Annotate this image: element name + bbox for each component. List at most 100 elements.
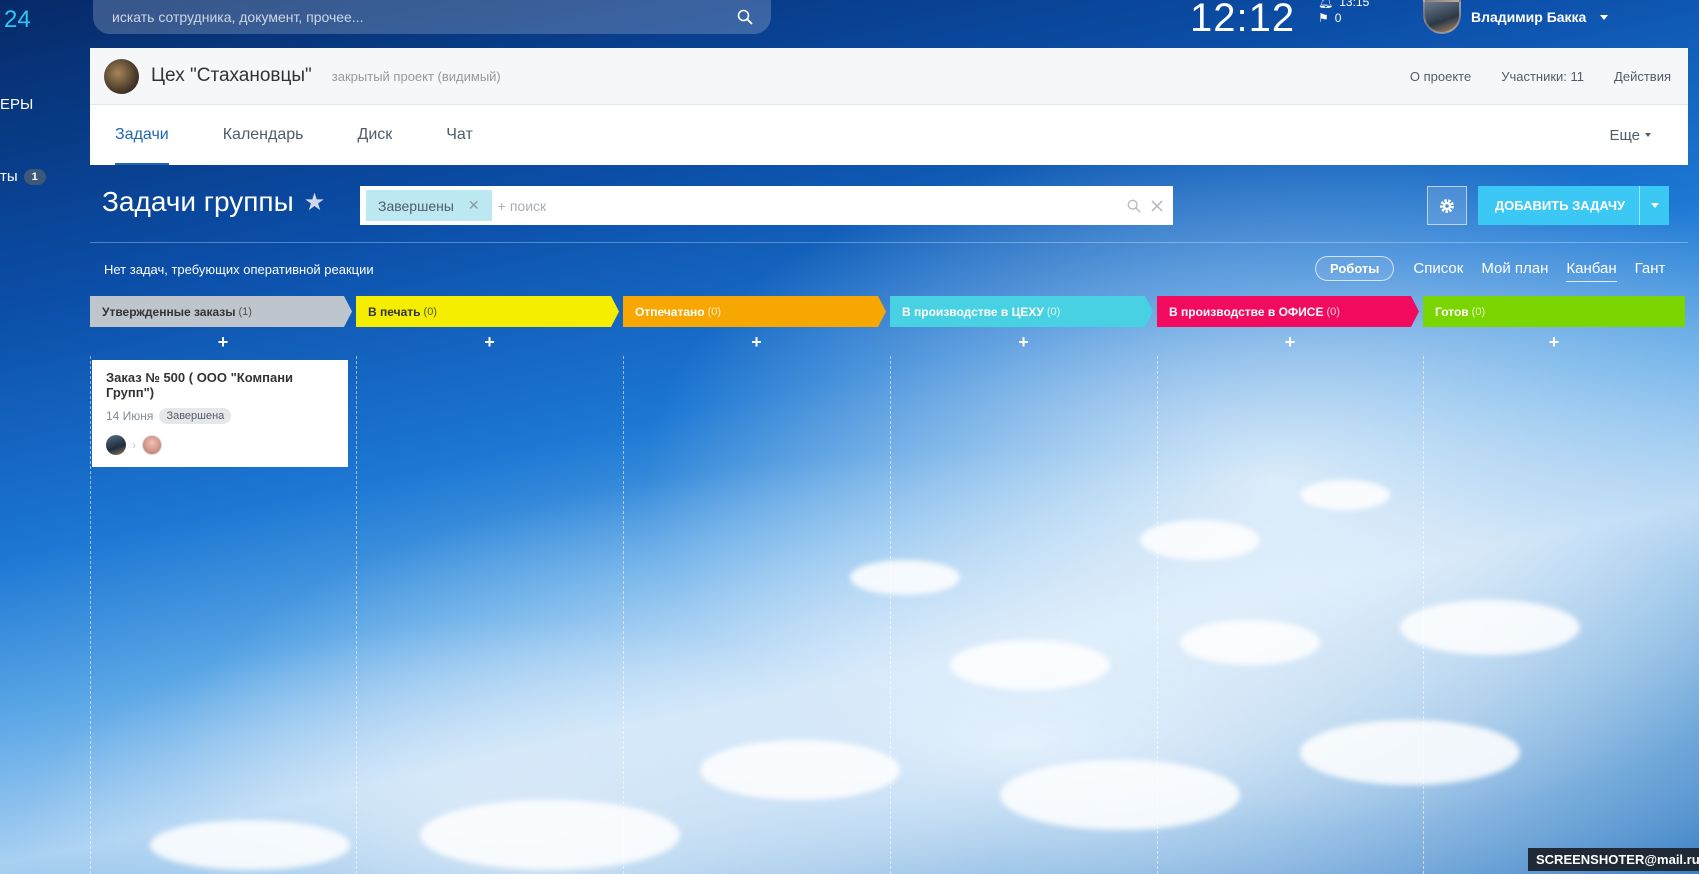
- kanban-column-header[interactable]: Отпечатано (0): [623, 296, 886, 327]
- view-list[interactable]: Список: [1413, 260, 1463, 277]
- bell-icon: 🔔︎: [1318, 0, 1334, 9]
- column-body: [890, 356, 1157, 874]
- task-card[interactable]: Заказ № 500 ( ООО "Компани Групп") 14 Ию…: [92, 360, 348, 467]
- actions-link[interactable]: Действия: [1614, 69, 1671, 84]
- kanban-board: Утвержденные заказы (1) + Заказ № 500 ( …: [90, 296, 1685, 874]
- robots-button[interactable]: Роботы: [1315, 256, 1395, 281]
- chevron-down-icon: [1600, 14, 1609, 20]
- more-menu[interactable]: Еще: [1609, 127, 1651, 144]
- project-header: Цех "Стахановцы" закрытый проект (видимы…: [90, 48, 1688, 165]
- column-count: (0): [1471, 305, 1486, 318]
- tab-calendar[interactable]: Календарь: [223, 105, 304, 165]
- add-filter-icon[interactable]: +: [498, 198, 506, 214]
- flag-icon: ⚑: [1318, 11, 1329, 25]
- kanban-column: Готов (0) +: [1423, 296, 1685, 874]
- add-task-dropdown[interactable]: [1639, 186, 1669, 225]
- about-project-link[interactable]: О проекте: [1410, 69, 1471, 84]
- kanban-column: Отпечатано (0) +: [623, 296, 890, 874]
- add-card-button[interactable]: +: [623, 332, 890, 356]
- filter-chip-label: Завершены: [378, 197, 454, 214]
- divider: [90, 242, 1688, 243]
- page-title-text: Задачи группы: [102, 186, 294, 217]
- kanban-column-header[interactable]: В производстве в ОФИСЕ (0): [1157, 296, 1419, 327]
- task-card-date: 14 Июня: [106, 409, 154, 423]
- task-filter: Завершены ✕ +: [360, 186, 1173, 225]
- left-menu-item-2-counter: 1: [23, 168, 46, 185]
- add-card-button[interactable]: +: [356, 332, 623, 356]
- add-task-label: ДОБАВИТЬ ЗАДАЧУ: [1494, 198, 1626, 213]
- add-card-button[interactable]: +: [890, 332, 1157, 356]
- column-body: [623, 356, 890, 874]
- kanban-column: В производстве в ОФИСЕ (0) +: [1157, 296, 1423, 874]
- watermark: SCREENSHOTER@mail.ru: [1528, 848, 1699, 871]
- column-title: В печать: [368, 304, 421, 319]
- global-search: [93, 0, 771, 34]
- responsible-avatar[interactable]: [142, 435, 162, 455]
- add-card-button[interactable]: +: [1423, 332, 1685, 356]
- kanban-column-header[interactable]: Готов (0): [1423, 296, 1685, 327]
- column-count: (0): [1326, 305, 1340, 318]
- kanban-column-header[interactable]: Утвержденные заказы (1): [90, 296, 352, 327]
- project-name[interactable]: Цех "Стахановцы": [151, 65, 312, 87]
- tab-chat[interactable]: Чат: [446, 105, 473, 165]
- filter-search-input[interactable]: [509, 197, 1127, 214]
- view-gantt[interactable]: Гант: [1635, 260, 1666, 277]
- column-body: [1157, 356, 1423, 874]
- flag-count: 0: [1334, 11, 1342, 25]
- left-menu-item-1[interactable]: ЕРЫ: [0, 96, 33, 113]
- user-avatar: [1423, 0, 1461, 34]
- alarm-time: 13:15: [1339, 0, 1370, 9]
- kanban-column: В производстве в ЦЕХУ (0) +: [890, 296, 1157, 874]
- creator-avatar[interactable]: [106, 435, 126, 455]
- kanban-column: Утвержденные заказы (1) + Заказ № 500 ( …: [90, 296, 356, 874]
- kanban-column-header[interactable]: В производстве в ЦЕХУ (0): [890, 296, 1153, 327]
- column-title: Готов: [1435, 304, 1469, 319]
- column-title: Отпечатано: [635, 304, 705, 319]
- column-title: В производстве в ЦЕХУ: [902, 304, 1044, 319]
- search-icon[interactable]: [737, 9, 753, 25]
- project-type: закрытый проект (видимый): [331, 68, 501, 84]
- kanban-column: В печать (0) +: [356, 296, 623, 874]
- add-card-button[interactable]: +: [90, 332, 356, 356]
- user-menu[interactable]: Владимир Бакка: [1423, 0, 1609, 34]
- settings-button[interactable]: [1427, 186, 1467, 225]
- column-count: (0): [707, 305, 722, 318]
- search-icon[interactable]: [1127, 199, 1141, 213]
- add-task-button[interactable]: ДОБАВИТЬ ЗАДАЧУ: [1478, 186, 1669, 225]
- global-search-input[interactable]: [112, 9, 737, 25]
- column-title: В производстве в ОФИСЕ: [1169, 304, 1324, 319]
- chevron-right-icon: ›: [132, 438, 136, 452]
- gear-icon: [1440, 198, 1454, 213]
- close-icon[interactable]: ✕: [468, 197, 480, 214]
- status-badge: Завершена: [159, 408, 232, 424]
- filter-chip[interactable]: Завершены ✕: [366, 190, 492, 221]
- column-count: (0): [1046, 305, 1061, 318]
- view-my-plan[interactable]: Мой план: [1481, 260, 1548, 277]
- chevron-down-icon: [1645, 133, 1651, 137]
- column-body: [356, 356, 623, 874]
- column-count: (1): [238, 305, 252, 318]
- clock[interactable]: 12:12: [1190, 0, 1295, 41]
- clear-icon[interactable]: [1151, 199, 1163, 212]
- task-card-title[interactable]: Заказ № 500 ( ООО "Компани Групп"): [106, 370, 334, 400]
- add-card-button[interactable]: +: [1157, 332, 1423, 356]
- project-avatar[interactable]: [104, 58, 139, 94]
- view-switcher: Роботы Список Мой план Канбан Гант: [1315, 256, 1683, 282]
- user-name: Владимир Бакка: [1471, 9, 1587, 25]
- more-label: Еще: [1609, 126, 1640, 144]
- column-title: Утвержденные заказы: [102, 304, 236, 319]
- kanban-column-header[interactable]: В печать (0): [356, 296, 619, 327]
- column-body: [1423, 356, 1685, 874]
- left-menu-item-2[interactable]: ты 1: [0, 168, 46, 185]
- star-icon[interactable]: ★: [304, 188, 326, 217]
- view-kanban[interactable]: Канбан: [1566, 260, 1617, 282]
- chevron-down-icon: [1650, 203, 1659, 208]
- members-link[interactable]: Участники: 11: [1501, 69, 1584, 84]
- logo-fragment[interactable]: 24: [4, 6, 31, 34]
- page-title: Задачи группы ★: [102, 186, 325, 218]
- alarm-info[interactable]: 🔔︎ 13:15 ⚑ 0: [1318, 0, 1369, 26]
- tab-disk[interactable]: Диск: [357, 105, 392, 165]
- tab-tasks[interactable]: Задачи: [115, 105, 169, 165]
- column-count: (0): [423, 305, 437, 318]
- task-counter-text: Нет задач, требующих оперативной реакции: [104, 262, 374, 277]
